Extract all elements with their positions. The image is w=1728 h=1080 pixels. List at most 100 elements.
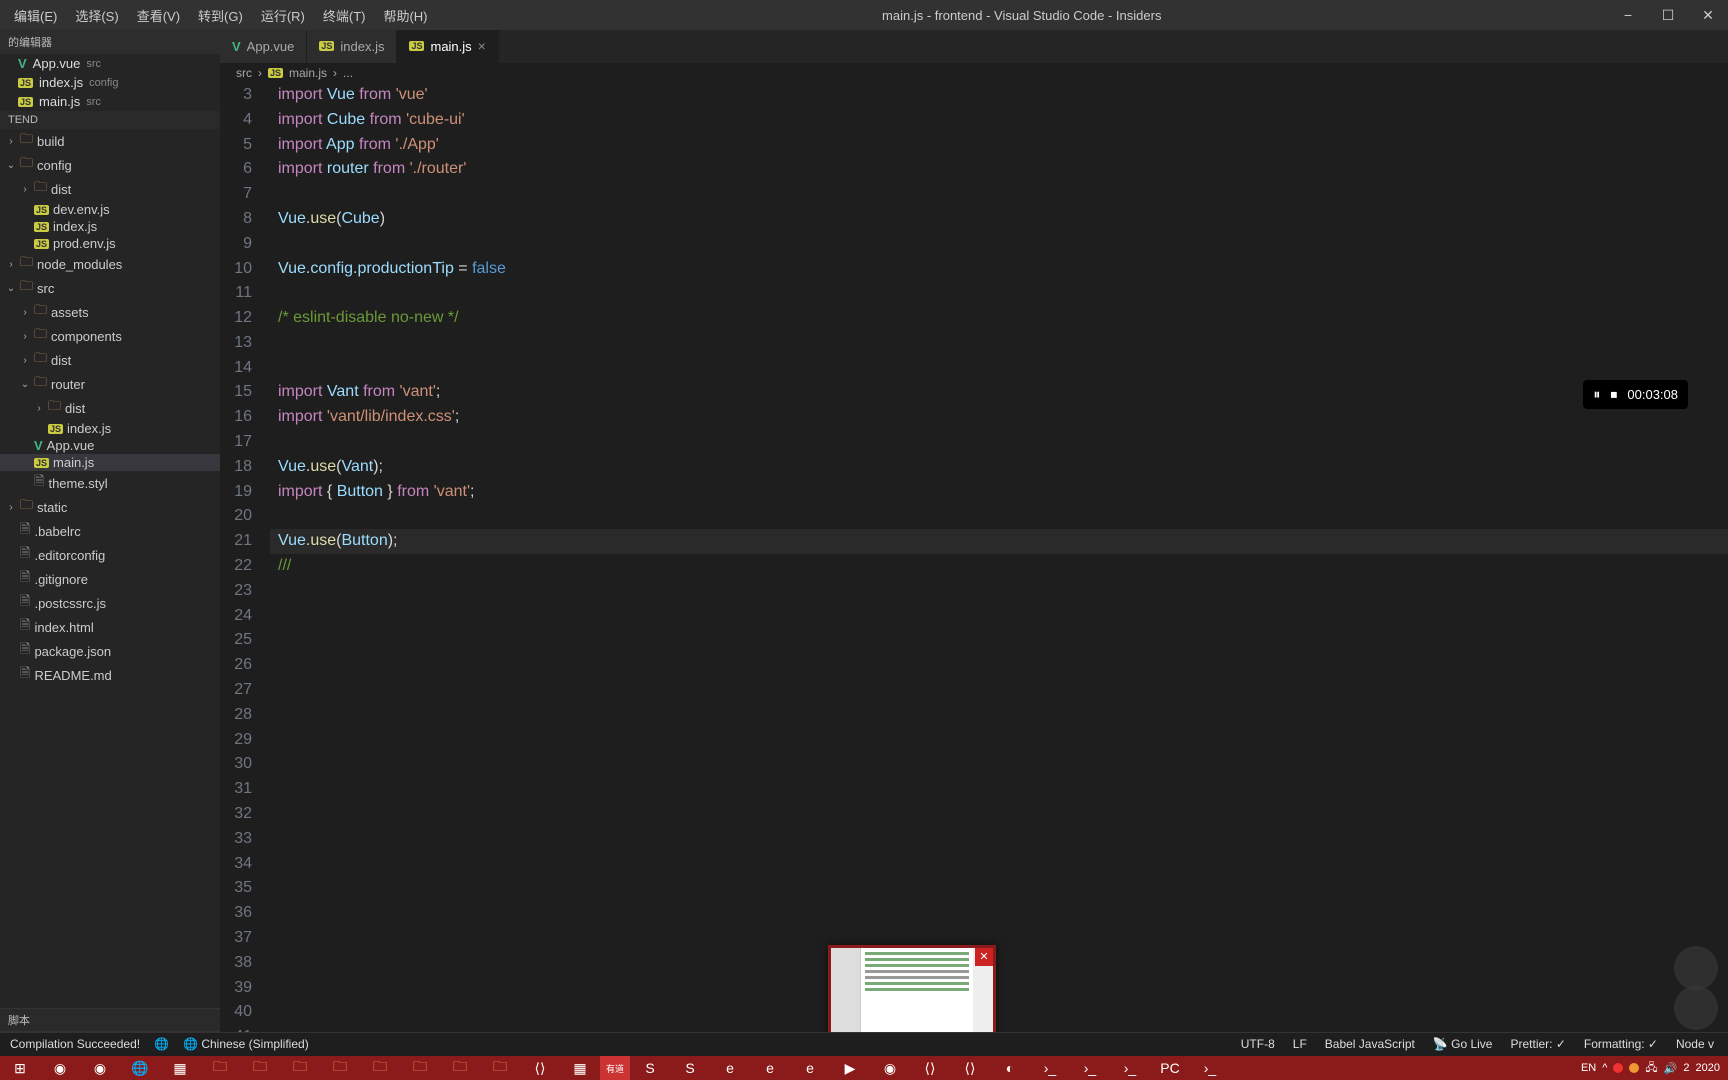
tree-item-main.js[interactable]: JS main.js <box>0 454 220 471</box>
red-dict-icon[interactable]: 有道 <box>600 1056 630 1080</box>
tree-item-.gitignore[interactable]: 🗎 .gitignore <box>0 567 220 591</box>
breadcrumb-item[interactable]: src <box>236 66 252 80</box>
code-line[interactable] <box>270 281 1728 306</box>
network-icon[interactable]: 🖧 <box>1645 1059 1657 1078</box>
open-editor-item[interactable]: JSmain.jssrc <box>0 92 220 111</box>
project-header[interactable]: TEND <box>0 111 220 129</box>
tree-item-build[interactable]: ›🗀 build <box>0 129 220 153</box>
taskbar-preview[interactable]: ✕ <box>828 945 996 1045</box>
terminal-icon[interactable]: ›_ <box>1070 1056 1110 1080</box>
code-line[interactable]: import Vant from 'vant'; <box>270 380 1728 405</box>
folder-icon[interactable]: 🗀 <box>200 1056 240 1080</box>
code-line[interactable] <box>270 678 1728 703</box>
code-line[interactable]: /* eslint-disable no-new */ <box>270 306 1728 331</box>
code-line[interactable]: import App from './App' <box>270 133 1728 158</box>
system-tray[interactable]: EN ^ 🖧 🔊 2 2020 <box>1581 1059 1728 1078</box>
node-indicator[interactable]: Node v <box>1676 1037 1714 1051</box>
apps-icon[interactable]: ▦ <box>160 1056 200 1080</box>
folder-icon[interactable]: 🗀 <box>240 1056 280 1080</box>
tray-chevron-icon[interactable]: ^ <box>1602 1062 1607 1074</box>
terminal-green-icon[interactable]: ›_ <box>1190 1056 1230 1080</box>
prettier-status[interactable]: Prettier: ✓ <box>1510 1037 1565 1051</box>
code-line[interactable]: import { Button } from 'vant'; <box>270 480 1728 505</box>
menu-item[interactable]: 帮助(H) <box>375 2 435 29</box>
tab-index.js[interactable]: JSindex.js <box>307 30 397 63</box>
tree-item-dev.env.js[interactable]: JS dev.env.js <box>0 201 220 218</box>
code-line[interactable] <box>270 579 1728 604</box>
code-line[interactable] <box>270 827 1728 852</box>
recording-widget[interactable]: ⏸ ⏹ 00:03:08 <box>1583 380 1688 409</box>
code-line[interactable] <box>270 628 1728 653</box>
tree-item-prod.env.js[interactable]: JS prod.env.js <box>0 235 220 252</box>
folder-icon[interactable]: 🗀 <box>280 1056 320 1080</box>
code-line[interactable] <box>270 852 1728 877</box>
edge-icon[interactable]: e <box>710 1056 750 1080</box>
code-line[interactable] <box>270 728 1728 753</box>
tree-item-README.md[interactable]: 🗎 README.md <box>0 663 220 687</box>
tree-item-index.js[interactable]: JS index.js <box>0 218 220 235</box>
globe-icon[interactable]: 🌐 <box>154 1037 169 1051</box>
tab-App.vue[interactable]: VApp.vue <box>220 30 307 63</box>
tree-item-components[interactable]: ›🗀 components <box>0 324 220 348</box>
code-line[interactable] <box>270 504 1728 529</box>
tab-main.js[interactable]: JSmain.js× <box>397 30 498 63</box>
tray-dot-icon[interactable] <box>1629 1063 1639 1073</box>
close-button[interactable]: ✕ <box>1688 7 1728 24</box>
preview-close-icon[interactable]: ✕ <box>975 948 993 966</box>
pycharm-icon[interactable]: PC <box>1150 1056 1190 1080</box>
vscode-teal-icon[interactable]: ⟨⟩ <box>910 1056 950 1080</box>
code-line[interactable]: import Vue from 'vue' <box>270 83 1728 108</box>
language-indicator[interactable]: 🌐 Chinese (Simplified) <box>183 1037 309 1051</box>
close-icon[interactable]: × <box>478 38 486 54</box>
code-line[interactable] <box>270 1000 1728 1025</box>
tree-item-dist[interactable]: ›🗀 dist <box>0 348 220 372</box>
folder-icon[interactable]: 🗀 <box>400 1056 440 1080</box>
tree-item-assets[interactable]: ›🗀 assets <box>0 300 220 324</box>
code-line[interactable]: import 'vant/lib/index.css'; <box>270 405 1728 430</box>
tree-item-dist[interactable]: ›🗀 dist <box>0 177 220 201</box>
edge-icon[interactable]: e <box>750 1056 790 1080</box>
code-line[interactable] <box>270 331 1728 356</box>
menu-item[interactable]: 查看(V) <box>129 2 188 29</box>
skype-blue-icon[interactable]: S <box>670 1056 710 1080</box>
tree-item-.babelrc[interactable]: 🗎 .babelrc <box>0 519 220 543</box>
chrome-canary-icon[interactable]: ◉ <box>870 1056 910 1080</box>
vscode-blue-icon[interactable]: ⟨⟩ <box>950 1056 990 1080</box>
tree-item-static[interactable]: ›🗀 static <box>0 495 220 519</box>
encoding-indicator[interactable]: UTF-8 <box>1241 1037 1275 1051</box>
menu-item[interactable]: 选择(S) <box>67 2 126 29</box>
video-icon[interactable]: ▶ <box>830 1056 870 1080</box>
vscode-icon[interactable]: ⟨⟩ <box>520 1056 560 1080</box>
code-editor[interactable]: 3456789101112131415161718192021222324252… <box>220 83 1728 1050</box>
code-line[interactable] <box>270 232 1728 257</box>
maximize-button[interactable]: ☐ <box>1648 7 1688 24</box>
overlay-button-2[interactable] <box>1674 986 1718 1030</box>
volume-icon[interactable]: 🔊 <box>1664 1062 1678 1075</box>
compilation-status[interactable]: Compilation Succeeded! <box>10 1037 140 1051</box>
open-editor-item[interactable]: VApp.vuesrc <box>0 54 220 73</box>
tree-item-router[interactable]: ⌄🗀 router <box>0 372 220 396</box>
grid-icon[interactable]: ▦ <box>560 1056 600 1080</box>
language-mode[interactable]: Babel JavaScript <box>1325 1037 1415 1051</box>
code-line[interactable]: import Cube from 'cube-ui' <box>270 108 1728 133</box>
task-view-icon[interactable]: ⊞ <box>0 1056 40 1080</box>
code-line[interactable] <box>270 901 1728 926</box>
open-editors-header[interactable]: 的编辑器 <box>0 30 220 54</box>
minimize-button[interactable]: − <box>1608 7 1648 24</box>
menu-item[interactable]: 转到(G) <box>190 2 251 29</box>
code-line[interactable] <box>270 703 1728 728</box>
skype-blue-icon[interactable]: S <box>630 1056 670 1080</box>
code-line[interactable] <box>270 951 1728 976</box>
tree-item-package.json[interactable]: 🗎 package.json <box>0 639 220 663</box>
code-line[interactable] <box>270 604 1728 629</box>
tree-item-config[interactable]: ⌄🗀 config <box>0 153 220 177</box>
file-explorer[interactable]: ›🗀 build⌄🗀 config›🗀 distJS dev.env.jsJS … <box>0 129 220 1008</box>
code-line[interactable] <box>270 653 1728 678</box>
code-line[interactable]: Vue.config.productionTip = false <box>270 257 1728 282</box>
code-line[interactable]: import router from './router' <box>270 157 1728 182</box>
clock-date[interactable]: 2020 <box>1696 1062 1720 1074</box>
tree-item-index.js[interactable]: JS index.js <box>0 420 220 437</box>
code-line[interactable] <box>270 356 1728 381</box>
code-line[interactable] <box>270 926 1728 951</box>
code-line[interactable] <box>270 976 1728 1001</box>
